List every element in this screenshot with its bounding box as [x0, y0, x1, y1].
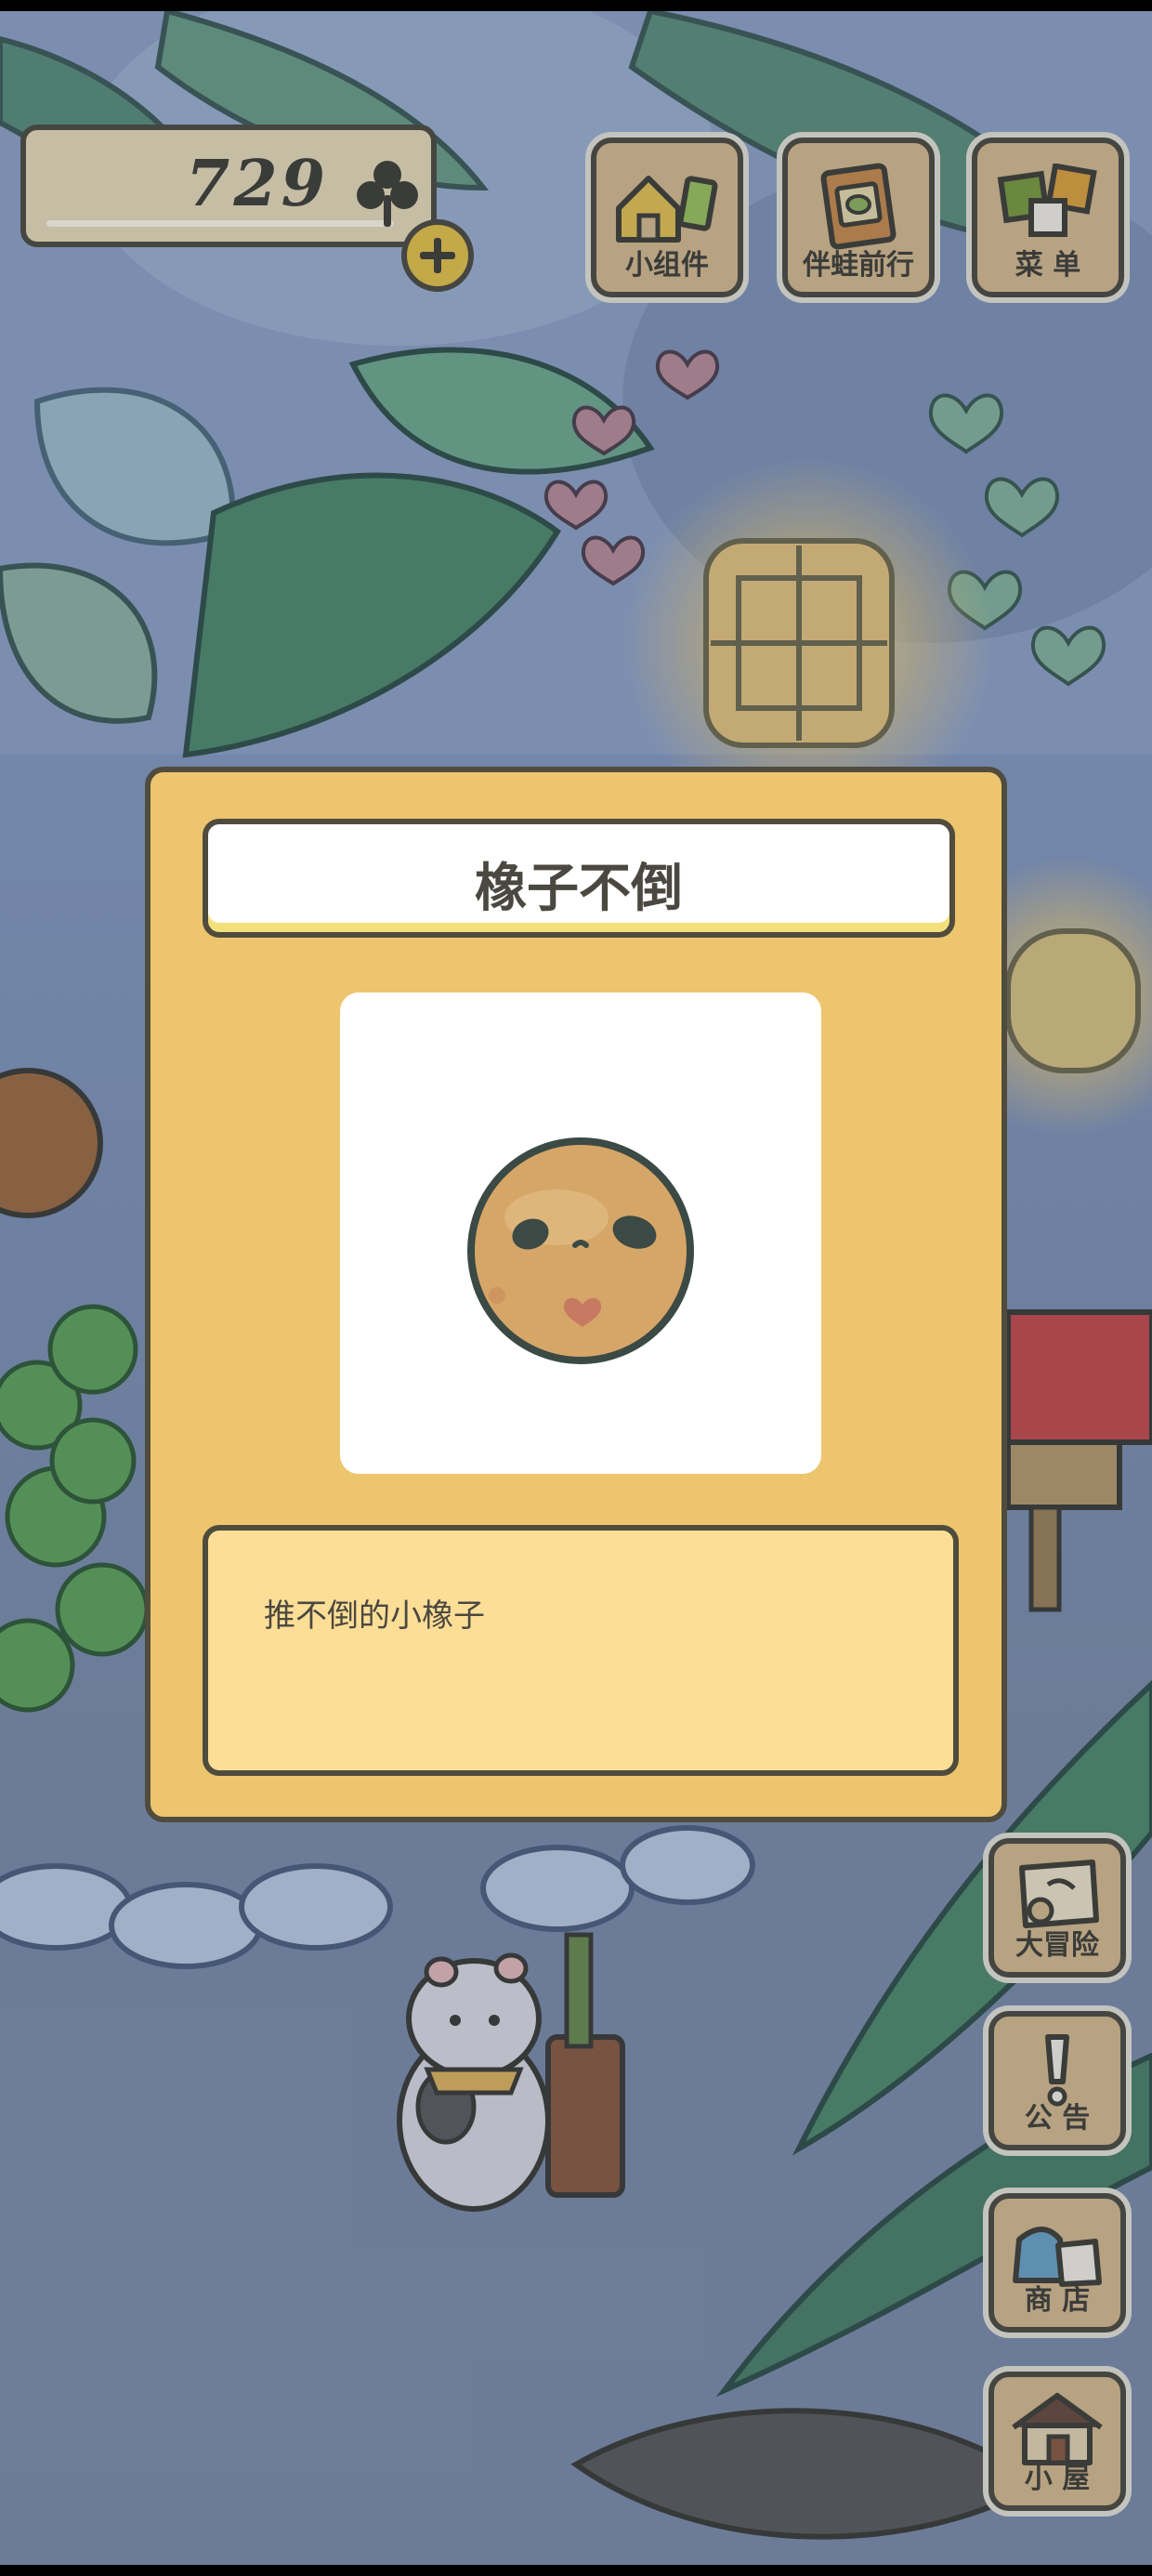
item-image-frame: [340, 992, 821, 1474]
item-description-box: 推不倒的小橡子: [203, 1525, 959, 1776]
item-title: 橡子不倒: [475, 859, 683, 919]
game-screen: 729 小组件 伴蛙前行 菜 单 大冒险 公 告 商 店 小 屋 橡子不倒 推不…: [0, 11, 1152, 2565]
item-title-box: 橡子不倒: [203, 819, 955, 938]
acorn-roly-poly-icon: [467, 1137, 694, 1364]
item-detail-dialog: 橡子不倒 推不倒的小橡子: [145, 767, 1007, 1822]
item-description: 推不倒的小橡子: [264, 1597, 485, 1635]
